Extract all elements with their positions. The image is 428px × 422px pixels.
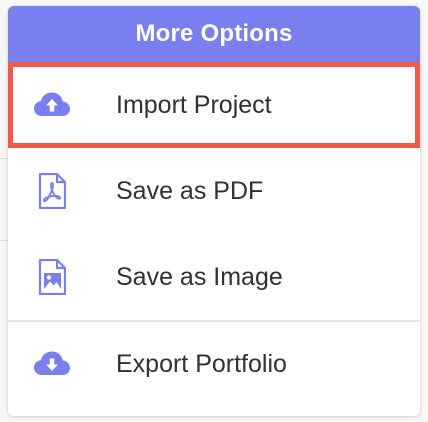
export-portfolio-label: Export Portfolio — [116, 349, 287, 378]
image-file-icon — [32, 257, 72, 297]
cloud-upload-icon — [32, 85, 72, 125]
import-project-label: Import Project — [116, 90, 272, 119]
menu-title: More Options — [8, 6, 420, 62]
export-portfolio-item[interactable]: Export Portfolio — [8, 322, 420, 406]
import-project-item[interactable]: Import Project — [8, 62, 420, 148]
more-options-menu: More Options Import Project Save as PDF — [8, 6, 420, 416]
save-as-pdf-item[interactable]: Save as PDF — [8, 148, 420, 234]
cloud-download-icon — [32, 344, 72, 384]
pdf-file-icon — [32, 171, 72, 211]
save-as-image-item[interactable]: Save as Image — [8, 234, 420, 320]
save-as-pdf-label: Save as PDF — [116, 176, 264, 205]
save-as-image-label: Save as Image — [116, 262, 283, 291]
